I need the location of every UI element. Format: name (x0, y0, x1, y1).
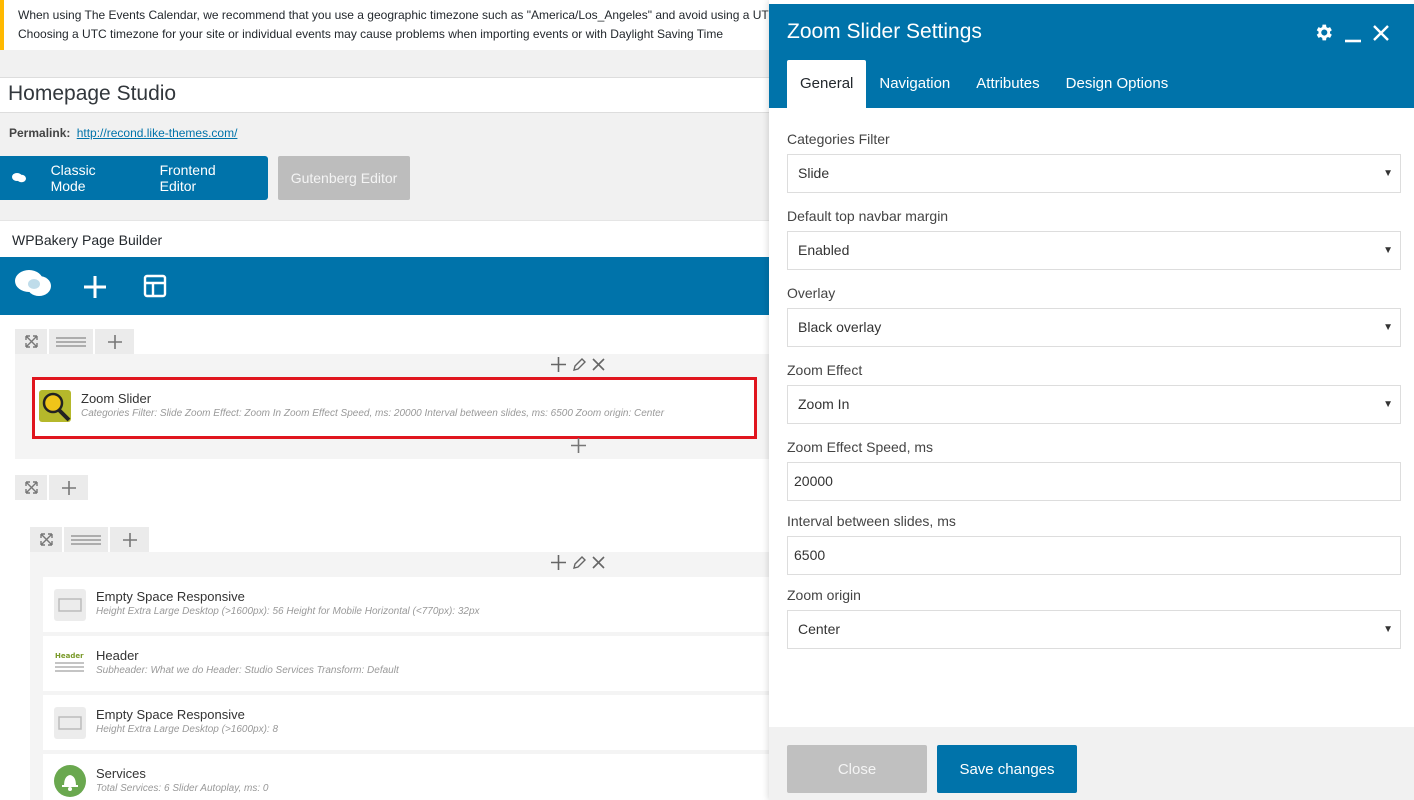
overlay-label: Overlay (787, 285, 836, 301)
plus-icon[interactable] (83, 275, 107, 302)
add-element-icon[interactable] (551, 357, 566, 372)
caret-down-icon: ▼ (1383, 245, 1393, 256)
caret-down-icon: ▼ (1383, 322, 1393, 333)
post-title-input[interactable]: Homepage Studio (0, 77, 780, 113)
interval-input[interactable]: 6500 (787, 536, 1401, 575)
wpbakery-logo-icon[interactable] (14, 268, 52, 303)
element-title: Services (96, 766, 146, 781)
close-button[interactable]: Close (787, 745, 927, 793)
timezone-notice: When using The Events Calendar, we recom… (0, 0, 780, 50)
panel-window-controls (1313, 22, 1390, 46)
zoom-speed-label: Zoom Effect Speed, ms (787, 439, 934, 455)
minimize-icon[interactable] (1344, 23, 1362, 46)
zoom-effect-label: Zoom Effect (787, 362, 863, 378)
add-column-icon[interactable] (110, 527, 149, 552)
tab-attributes[interactable]: Attributes (963, 60, 1052, 108)
zoom-origin-label: Zoom origin (787, 587, 861, 603)
select-value: Center (798, 621, 841, 637)
services-element[interactable]: Services Total Services: 6 Slider Autopl… (43, 754, 780, 800)
close-icon[interactable] (1372, 24, 1390, 45)
tab-design-options[interactable]: Design Options (1053, 60, 1182, 108)
permalink-label: Permalink: (9, 126, 71, 140)
tab-general[interactable]: General (787, 60, 867, 108)
zoom-speed-input[interactable]: 20000 (787, 462, 1401, 501)
save-changes-button[interactable]: Save changes (937, 745, 1077, 793)
caret-down-icon: ▼ (1383, 624, 1393, 635)
element-title: Header (96, 648, 139, 663)
caret-down-icon: ▼ (1383, 399, 1393, 410)
add-column-icon[interactable] (95, 329, 134, 354)
element-title: Empty Space Responsive (96, 707, 245, 722)
element-description: Height Extra Large Desktop (>1600px): 56… (96, 606, 480, 617)
caret-down-icon: ▼ (1383, 168, 1393, 179)
empty-space-element[interactable]: Empty Space Responsive Height Extra Larg… (43, 577, 780, 632)
builder-heading: WPBakery Page Builder (12, 232, 163, 248)
zoom-effect-select[interactable]: Zoom In ▼ (787, 385, 1401, 424)
panel-title: Zoom Slider Settings (787, 20, 982, 43)
select-value: Slide (798, 165, 830, 181)
header-icon: Header (54, 648, 84, 678)
panel-tabs: General Navigation Attributes Design Opt… (787, 60, 1181, 108)
tab-navigation[interactable]: Navigation (866, 60, 963, 108)
panel-footer: Close Save changes (769, 727, 1414, 800)
zoom-origin-select[interactable]: Center ▼ (787, 610, 1401, 649)
element-description: Subheader: What we do Header: Studio Ser… (96, 665, 399, 676)
pencil-icon[interactable] (572, 555, 586, 570)
empty-space-icon (54, 707, 86, 739)
navbar-margin-label: Default top navbar margin (787, 208, 949, 224)
add-element-icon[interactable] (571, 438, 586, 453)
add-element-below (571, 438, 586, 453)
gutenberg-editor-button[interactable]: Gutenberg Editor (278, 156, 410, 200)
row-controls (15, 475, 88, 500)
column-controls (551, 357, 605, 372)
pencil-icon[interactable] (572, 357, 586, 372)
drag-handle-icon[interactable] (49, 329, 93, 354)
panel-header: Zoom Slider Settings General Navigation … (769, 4, 1414, 108)
add-element-icon[interactable] (551, 555, 566, 570)
classic-mode-button[interactable]: Classic Mode (38, 162, 147, 194)
notice-line-2: Choosing a UTC timezone for your site or… (18, 27, 723, 41)
row-controls (15, 329, 134, 354)
expand-icon[interactable] (15, 475, 47, 500)
wpbakery-logo-icon[interactable] (0, 172, 38, 184)
expand-icon[interactable] (30, 527, 62, 552)
expand-icon[interactable] (15, 329, 47, 354)
select-value: Black overlay (798, 319, 882, 335)
add-column-icon[interactable] (49, 475, 88, 500)
notice-line-1: When using The Events Calendar, we recom… (18, 8, 780, 22)
element-description: Total Services: 6 Slider Autoplay, ms: 0 (96, 783, 269, 794)
element-description: Height Extra Large Desktop (>1600px): 8 (96, 724, 279, 735)
header-element[interactable]: Header Header Subheader: What we do Head… (43, 636, 780, 691)
delete-icon[interactable] (592, 556, 605, 569)
select-value: Enabled (798, 242, 850, 258)
gear-icon[interactable] (1313, 22, 1334, 46)
permalink-link[interactable]: http://recond.like-themes.com/ (77, 126, 238, 140)
overlay-select[interactable]: Black overlay ▼ (787, 308, 1401, 347)
selection-highlight (32, 377, 757, 439)
navbar-margin-select[interactable]: Enabled ▼ (787, 231, 1401, 270)
categories-filter-label: Categories Filter (787, 131, 890, 147)
interval-label: Interval between slides, ms (787, 513, 956, 529)
editor-mode-switch: Classic Mode Frontend Editor (0, 156, 268, 200)
frontend-editor-button[interactable]: Frontend Editor (147, 162, 268, 194)
svg-text:Header: Header (55, 652, 84, 660)
builder-toolbar (0, 257, 780, 315)
empty-space-icon (54, 589, 86, 621)
bell-icon (54, 765, 86, 797)
element-title: Empty Space Responsive (96, 589, 245, 604)
template-icon[interactable] (143, 274, 167, 301)
categories-filter-select[interactable]: Slide ▼ (787, 154, 1401, 193)
delete-icon[interactable] (592, 358, 605, 371)
column-controls (551, 555, 605, 570)
drag-handle-icon[interactable] (64, 527, 108, 552)
select-value: Zoom In (798, 396, 850, 412)
empty-space-element[interactable]: Empty Space Responsive Height Extra Larg… (43, 695, 780, 750)
zoom-slider-settings-panel: Zoom Slider Settings General Navigation … (769, 0, 1414, 800)
permalink: Permalink: http://recond.like-themes.com… (9, 126, 237, 140)
inner-row-controls (30, 527, 149, 552)
